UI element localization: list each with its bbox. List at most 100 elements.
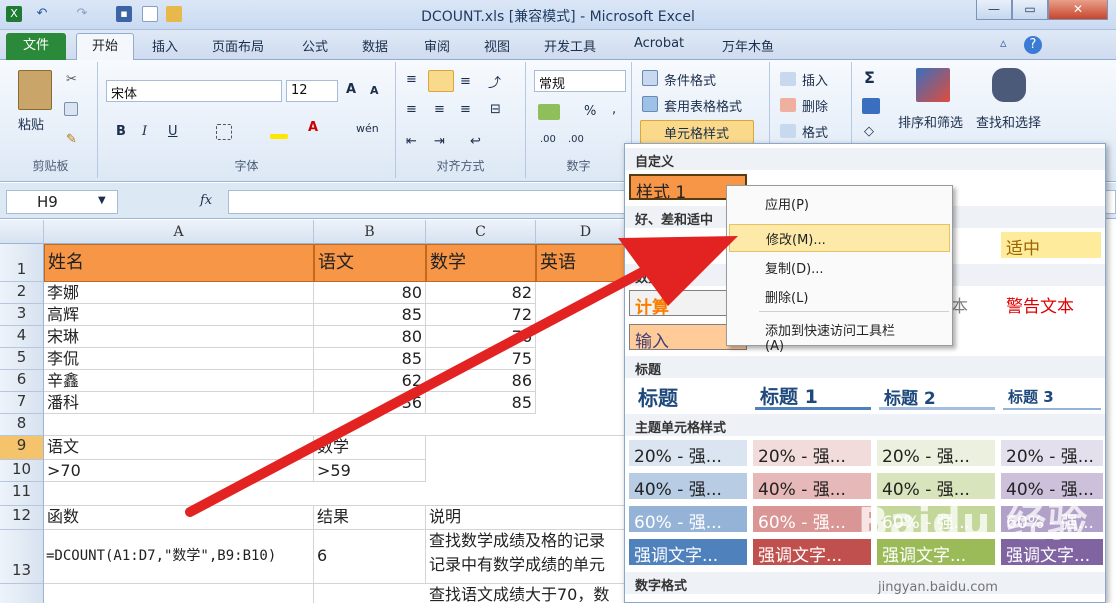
cell-a5[interactable]: 李侃 [44, 348, 314, 370]
insert-button[interactable]: 插入 [802, 70, 828, 89]
minimize-ribbon-icon[interactable]: ▵ [1000, 36, 1007, 51]
tab-page-layout[interactable]: 页面布局 [212, 36, 264, 55]
style-title[interactable]: 标题 [633, 380, 749, 410]
number-format-dropdown[interactable]: 常规 [534, 70, 626, 92]
style-accent1[interactable]: 强调文字... [629, 539, 747, 565]
style-20-accent4[interactable]: 20% - 强... [1001, 440, 1103, 466]
cell-b6[interactable]: 62 [314, 370, 426, 392]
column-header-d[interactable]: D [536, 220, 630, 244]
cell-c2[interactable]: 82 [426, 282, 536, 304]
cell-c12[interactable]: 说明 [426, 506, 630, 530]
cell-a1[interactable]: 姓名 [44, 244, 314, 282]
maximize-button[interactable]: ▭ [1012, 0, 1048, 20]
paste-icon[interactable] [18, 70, 52, 110]
style-20-accent1[interactable]: 20% - 强... [629, 440, 747, 466]
style-60-accent1[interactable]: 60% - 强... [629, 506, 747, 532]
column-header-a[interactable]: A [44, 220, 314, 244]
cell-a3[interactable]: 高辉 [44, 304, 314, 326]
increase-indent-icon[interactable]: ⇥ [434, 134, 445, 149]
row-header[interactable]: 7 [0, 392, 44, 414]
menu-item-modify[interactable]: 修改(M)... [729, 224, 950, 252]
cell-a2[interactable]: 李娜 [44, 282, 314, 304]
cell-c7[interactable]: 85 [426, 392, 536, 414]
row-8-cells[interactable] [44, 414, 630, 436]
border-icon[interactable] [216, 124, 232, 140]
row-header[interactable]: 6 [0, 370, 44, 392]
grow-font-icon[interactable]: A [346, 82, 356, 97]
style-40-accent1[interactable]: 40% - 强... [629, 473, 747, 499]
style-20-accent2[interactable]: 20% - 强... [753, 440, 871, 466]
bottom-align-icon[interactable]: ≡ [460, 74, 471, 89]
shrink-font-icon[interactable]: A [370, 84, 379, 97]
style-neutral[interactable]: 适中 [1001, 232, 1101, 258]
orientation-icon[interactable]: ⤴ [488, 72, 501, 91]
tab-formulas[interactable]: 公式 [302, 36, 328, 55]
tab-data[interactable]: 数据 [362, 36, 388, 55]
row-header[interactable]: 8 [0, 414, 44, 436]
align-left-icon[interactable]: ≡ [406, 102, 417, 117]
merge-center-icon[interactable]: ⊟ [490, 102, 501, 117]
menu-item-apply[interactable]: 应用(P) [729, 190, 950, 218]
cell-c4[interactable]: 76 [426, 326, 536, 348]
row-header[interactable]: 11 [0, 482, 44, 506]
row-header[interactable]: 3 [0, 304, 44, 326]
increase-decimal-icon[interactable]: .00 [540, 134, 556, 145]
sort-filter-button[interactable]: 排序和筛选 [898, 112, 963, 131]
autosum-icon[interactable]: Σ [864, 68, 875, 87]
percent-button[interactable]: % [584, 104, 596, 119]
cell-b7[interactable]: 36 [314, 392, 426, 414]
cell-d1[interactable]: 英语 [536, 244, 630, 282]
row-header[interactable]: 4 [0, 326, 44, 348]
paste-button[interactable]: 粘贴 [18, 114, 44, 133]
cell-a6[interactable]: 辛鑫 [44, 370, 314, 392]
font-name-dropdown[interactable]: 宋体 [106, 80, 282, 102]
align-center-icon[interactable]: ≡ [434, 102, 445, 117]
cell-a14[interactable] [44, 584, 314, 603]
decrease-decimal-icon[interactable]: .00 [568, 134, 584, 145]
cut-icon[interactable]: ✂ [66, 72, 77, 87]
row-11-cells[interactable] [44, 482, 630, 506]
style-accent2[interactable]: 强调文字... [753, 539, 871, 565]
cell-b3[interactable]: 85 [314, 304, 426, 326]
style-60-accent2[interactable]: 60% - 强... [753, 506, 871, 532]
help-icon[interactable]: ? [1024, 36, 1042, 54]
cell-c6[interactable]: 86 [426, 370, 536, 392]
select-all-corner[interactable] [0, 220, 44, 244]
row-header[interactable]: 2 [0, 282, 44, 304]
font-color-icon[interactable]: A [308, 120, 318, 135]
row-header[interactable]: 5 [0, 348, 44, 370]
cell-b13[interactable]: 6 [314, 530, 426, 584]
font-size-dropdown[interactable]: 12 [286, 80, 338, 102]
bold-icon[interactable]: B [116, 124, 126, 139]
row-header[interactable]: 12 [0, 506, 44, 530]
minimize-button[interactable]: — [976, 0, 1012, 20]
phonetic-icon[interactable]: wén [356, 122, 379, 135]
cell-c5[interactable]: 75 [426, 348, 536, 370]
table-format-icon[interactable] [642, 96, 658, 112]
cell-b4[interactable]: 80 [314, 326, 426, 348]
format-button[interactable]: 格式 [802, 122, 828, 141]
underline-icon[interactable]: U [168, 124, 178, 139]
tab-review[interactable]: 审阅 [424, 36, 450, 55]
copy-icon[interactable] [64, 102, 78, 116]
top-align-icon[interactable]: ≡ [406, 72, 417, 87]
row-header[interactable]: 10 [0, 460, 44, 482]
cell-c3[interactable]: 72 [426, 304, 536, 326]
cell-b10[interactable]: >59 [314, 460, 426, 482]
find-select-button[interactable]: 查找和选择 [976, 112, 1041, 131]
cell-a9[interactable]: 语文 [44, 436, 314, 460]
tab-file[interactable]: 文件 [6, 33, 66, 60]
menu-item-duplicate[interactable]: 复制(D)... [729, 254, 950, 282]
tab-insert[interactable]: 插入 [152, 36, 178, 55]
style-heading-2[interactable]: 标题 2 [879, 382, 995, 410]
row-header-selected[interactable]: 9 [0, 436, 44, 460]
delete-button[interactable]: 删除 [802, 96, 828, 115]
style-heading-1[interactable]: 标题 1 [755, 380, 871, 410]
row-header[interactable]: 1 [0, 244, 44, 282]
comma-button[interactable]: , [612, 102, 616, 117]
cell-c1[interactable]: 数学 [426, 244, 536, 282]
style-20-accent3[interactable]: 20% - 强... [877, 440, 995, 466]
fx-icon[interactable]: fx [200, 193, 212, 208]
middle-align-icon[interactable] [428, 70, 454, 92]
conditional-format-button[interactable]: 条件格式 [664, 70, 716, 89]
